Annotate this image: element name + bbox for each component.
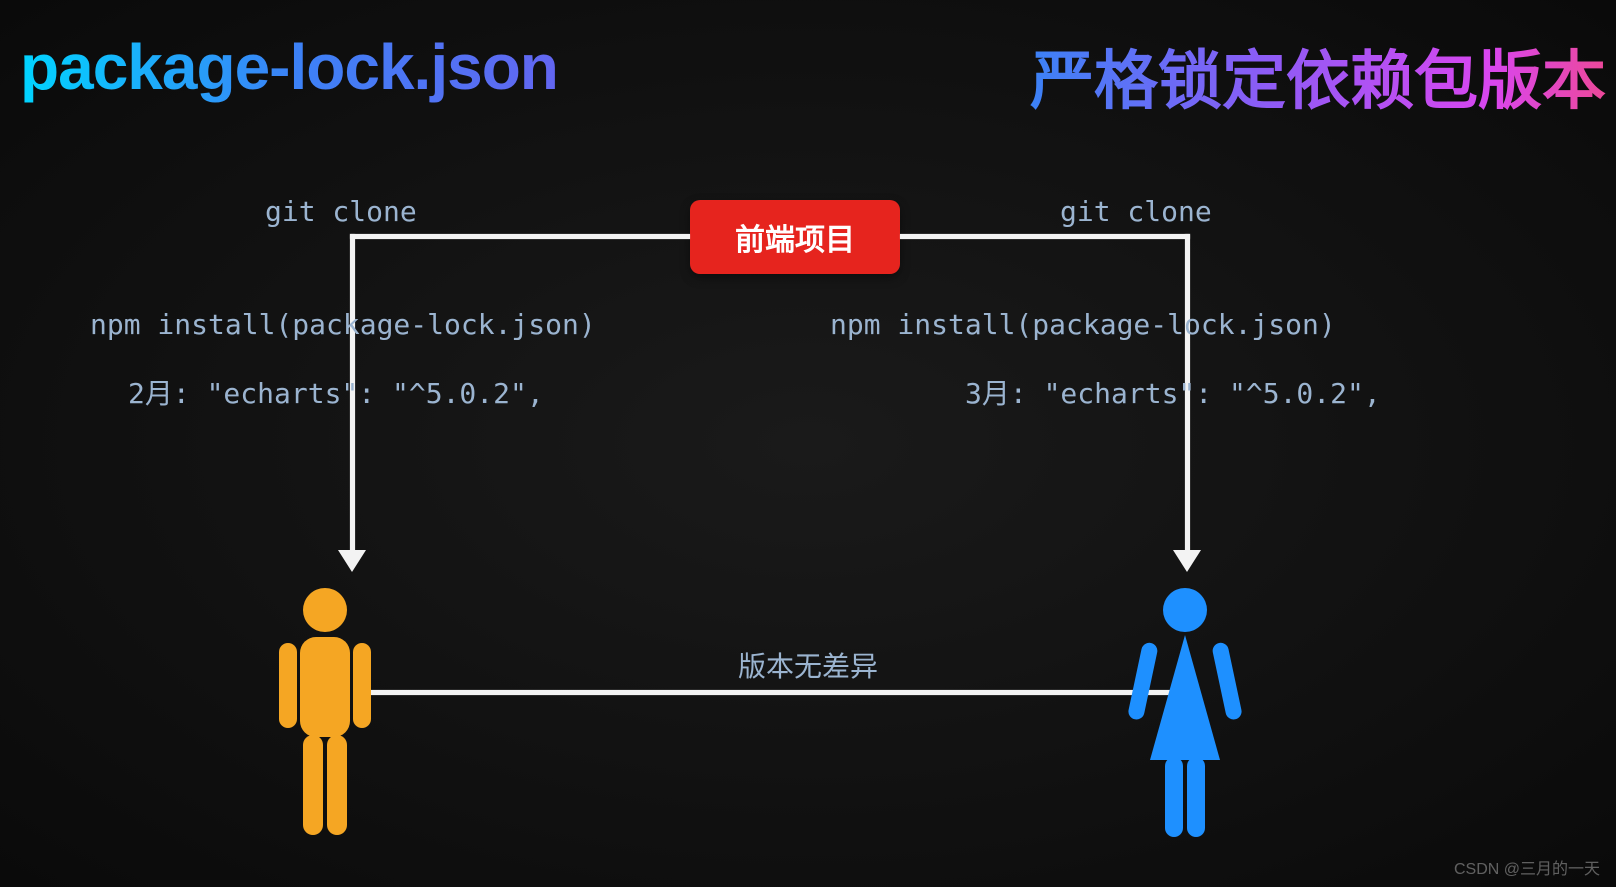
diagram-stage: package-lock.json 严格锁定依赖包版本 前端项目 git clo… (0, 0, 1616, 887)
version-right-label: 3月: "echarts": "^5.0.2", (965, 372, 1381, 412)
arrowhead-right-icon (1173, 550, 1201, 572)
person-left-icon (265, 585, 385, 845)
arrowhead-left-icon (338, 550, 366, 572)
title-right: 严格锁定依赖包版本 (1030, 30, 1606, 122)
title-left: package-lock.json (20, 30, 558, 104)
line-bottom (360, 690, 1170, 695)
git-clone-left-label: git clone (265, 195, 417, 228)
npm-install-left-label: npm install(package-lock.json) (90, 308, 596, 341)
line-top-left (350, 234, 690, 239)
line-top-right (900, 234, 1190, 239)
watermark: CSDN @三月的一天 (1454, 855, 1600, 879)
person-right-icon (1125, 585, 1245, 845)
project-box: 前端项目 (690, 200, 900, 274)
npm-install-right-label: npm install(package-lock.json) (830, 308, 1336, 341)
center-bottom-label: 版本无差异 (0, 645, 1616, 685)
version-left-label: 2月: "echarts": "^5.0.2", (128, 372, 544, 412)
git-clone-right-label: git clone (1060, 195, 1212, 228)
